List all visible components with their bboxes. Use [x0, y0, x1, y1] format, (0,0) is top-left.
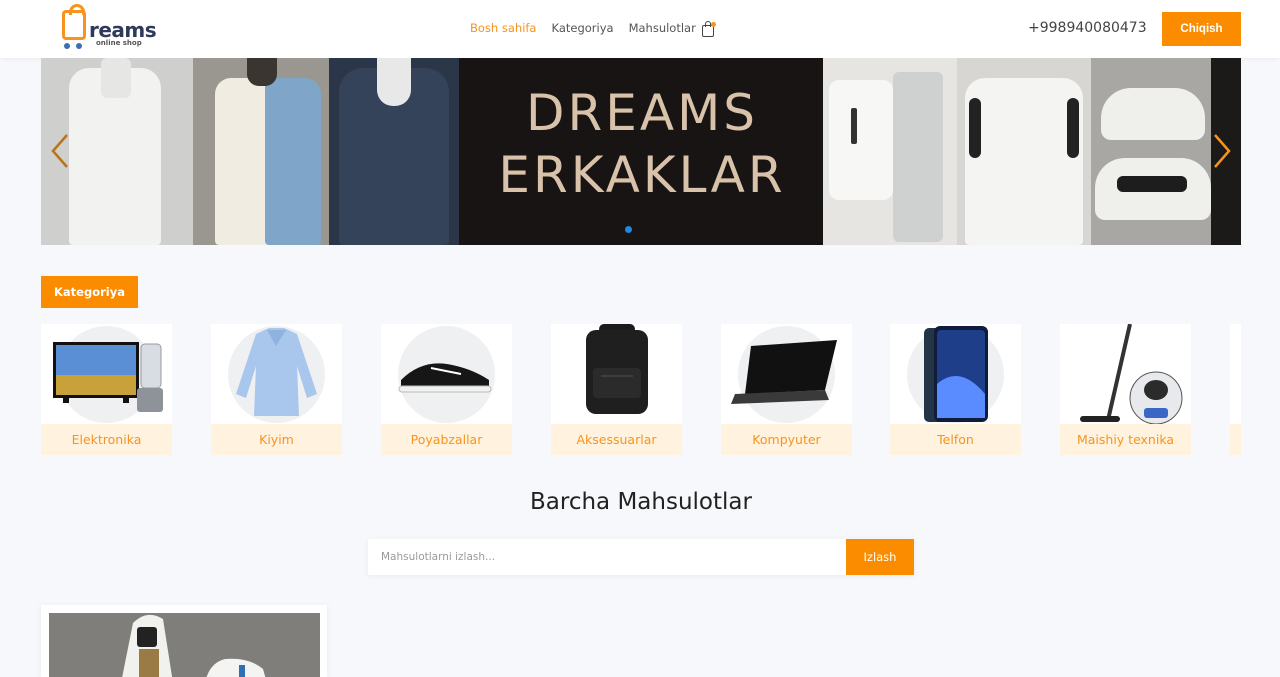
laptop-image — [731, 340, 837, 404]
banner-photo-shirt-blue — [193, 58, 329, 245]
banner-photo-tshirt-set — [823, 58, 957, 245]
banner-next-arrow-icon[interactable] — [1211, 132, 1233, 170]
banner-prev-arrow-icon[interactable] — [49, 132, 71, 170]
banner-photo-polo — [957, 58, 1091, 245]
dreams-logo[interactable]: reams online shop — [52, 4, 162, 52]
product-card[interactable] — [41, 605, 327, 677]
category-card-clothing[interactable]: Kiyim — [211, 324, 342, 455]
smartphone-image — [924, 326, 988, 422]
search-button[interactable]: Izlash — [846, 539, 914, 575]
product-search-input[interactable] — [368, 539, 846, 575]
blouse-image — [236, 328, 317, 416]
category-label: Aksessuarlar — [551, 424, 682, 455]
nav-categories[interactable]: Kategoriya — [551, 21, 613, 35]
backpack-image — [586, 324, 648, 414]
logout-button[interactable]: Chiqish — [1162, 12, 1241, 46]
category-image — [211, 324, 342, 424]
nav-home[interactable]: Bosh sahifa — [470, 21, 536, 35]
shopping-bag-icon[interactable] — [702, 21, 716, 37]
category-card-phones[interactable]: Telfon — [890, 324, 1021, 455]
nav-products[interactable]: Mahsulotlar — [629, 21, 696, 35]
tv-blender-image — [53, 342, 163, 412]
category-image — [721, 324, 852, 424]
category-image — [381, 324, 512, 424]
phone-number: +998940080473 — [1028, 20, 1147, 36]
hero-banner: DREAMS ERKAKLAR — [41, 58, 1241, 245]
category-card-computers[interactable]: Kompyuter — [721, 324, 852, 455]
banner-title: DREAMS ERKAKLAR — [498, 84, 786, 204]
all-products-title: Barcha Mahsulotlar — [530, 489, 752, 515]
banner-photo-jacket-denim — [329, 58, 459, 245]
category-carousel: Elektronika Kiyim Poyabzallar Aksessuarl… — [41, 324, 1241, 455]
category-image — [41, 324, 172, 424]
category-image — [551, 324, 682, 424]
category-card-shoes[interactable]: Poyabzallar — [381, 324, 512, 455]
banner-pagination-dot[interactable] — [625, 226, 632, 233]
logo-wheel — [76, 43, 82, 49]
category-label: Poyabzallar — [381, 424, 512, 455]
category-card-accessories[interactable]: Aksessuarlar — [551, 324, 682, 455]
category-label: Kiyim — [211, 424, 342, 455]
sneaker-image — [398, 363, 492, 393]
category-label: Telfon — [890, 424, 1021, 455]
main-nav: Bosh sahifa Kategoriya Mahsulotlar — [470, 21, 696, 35]
category-label: Kompyuter — [721, 424, 852, 455]
shopping-bag-logo-icon — [62, 4, 86, 40]
category-label-partial — [1230, 424, 1241, 455]
category-card-partial[interactable] — [1230, 324, 1241, 455]
cart-badge-dot — [711, 22, 716, 27]
category-label: Maishiy texnika — [1060, 424, 1191, 455]
vacuum-cleaner-image — [1080, 324, 1183, 424]
category-heading-button[interactable]: Kategoriya — [41, 276, 138, 308]
category-label: Elektronika — [41, 424, 172, 455]
category-card-home-appliances[interactable]: Maishiy texnika — [1060, 324, 1191, 455]
category-card-electronics[interactable]: Elektronika — [41, 324, 172, 455]
product-image-sneakers — [49, 613, 320, 677]
logo-wheel — [64, 43, 70, 49]
category-image — [890, 324, 1021, 424]
logo-subtitle: online shop — [96, 39, 142, 47]
category-image — [1060, 324, 1191, 424]
top-header: reams online shop Bosh sahifa Kategoriya… — [0, 0, 1280, 58]
product-search-bar: Izlash — [368, 539, 914, 575]
